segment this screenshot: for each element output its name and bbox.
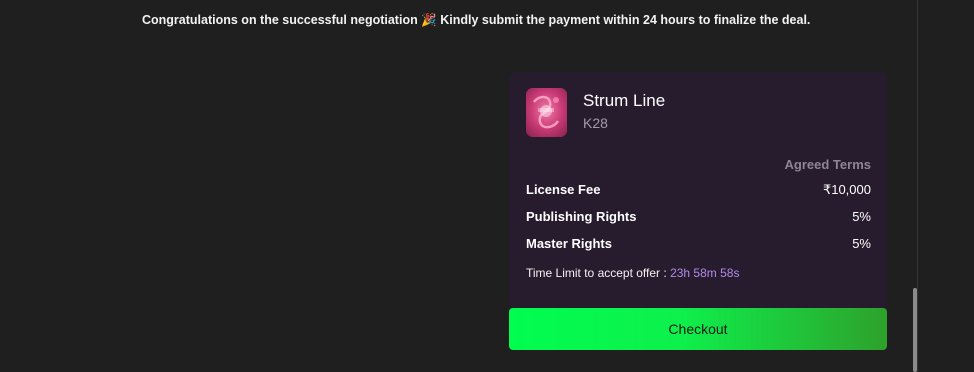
term-value: 5% <box>852 236 871 251</box>
term-label: License Fee <box>526 182 601 197</box>
time-limit-label: Time Limit to accept offer : <box>526 266 667 280</box>
track-artist: K28 <box>583 115 608 131</box>
track-cover-art <box>526 88 567 137</box>
track-title: Strum Line <box>583 91 666 110</box>
negotiation-message: Congratulations on the successful negoti… <box>142 13 811 27</box>
cover-art-image <box>526 88 567 137</box>
checkout-button[interactable]: Checkout <box>509 308 887 350</box>
term-row-publishing-rights: Publishing Rights 5% <box>526 209 871 227</box>
term-value: ₹10,000 <box>822 182 871 197</box>
term-label: Publishing Rights <box>526 209 637 224</box>
countdown-timer: 23h 58m 58s <box>670 266 740 280</box>
scrollbar-thumb[interactable] <box>913 288 917 372</box>
term-label: Master Rights <box>526 236 612 251</box>
term-row-master-rights: Master Rights 5% <box>526 236 871 254</box>
term-row-license-fee: License Fee ₹10,000 <box>526 182 871 200</box>
agreed-terms-heading: Agreed Terms <box>784 157 871 172</box>
deal-card: Strum Line K28 Agreed Terms License Fee … <box>509 72 887 322</box>
term-value: 5% <box>852 209 871 224</box>
time-limit-row: Time Limit to accept offer : 23h 58m 58s <box>526 266 739 280</box>
chat-page: Congratulations on the successful negoti… <box>0 0 974 372</box>
panel-divider <box>917 0 918 372</box>
